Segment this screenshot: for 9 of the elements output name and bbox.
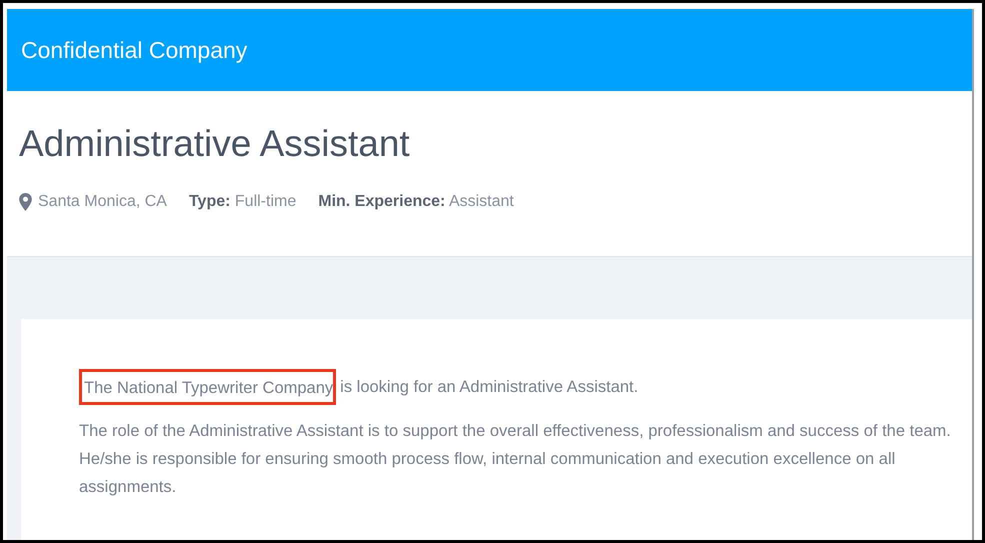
intro-text: is looking for an Administrative Assistant.: [340, 377, 638, 398]
highlighted-company-name: The National Typewriter Company: [79, 369, 336, 405]
location-pin-icon: [19, 193, 32, 211]
job-title: Administrative Assistant: [19, 123, 411, 165]
job-meta: Type: Full-time: [188, 193, 296, 211]
description-paragraph: The role of the Administrative Assistant is to support the overall effectiveness, professionalism and success of the team. He/she is responsible for ensuring smooth process flow, internal communication and execution excellence on all assignments.: [79, 421, 952, 498]
company-name: Confidential Company: [21, 36, 248, 64]
job-meta: Min. Experience: Assistant: [318, 193, 514, 211]
job-location: Santa Monica, CA: [38, 193, 167, 211]
